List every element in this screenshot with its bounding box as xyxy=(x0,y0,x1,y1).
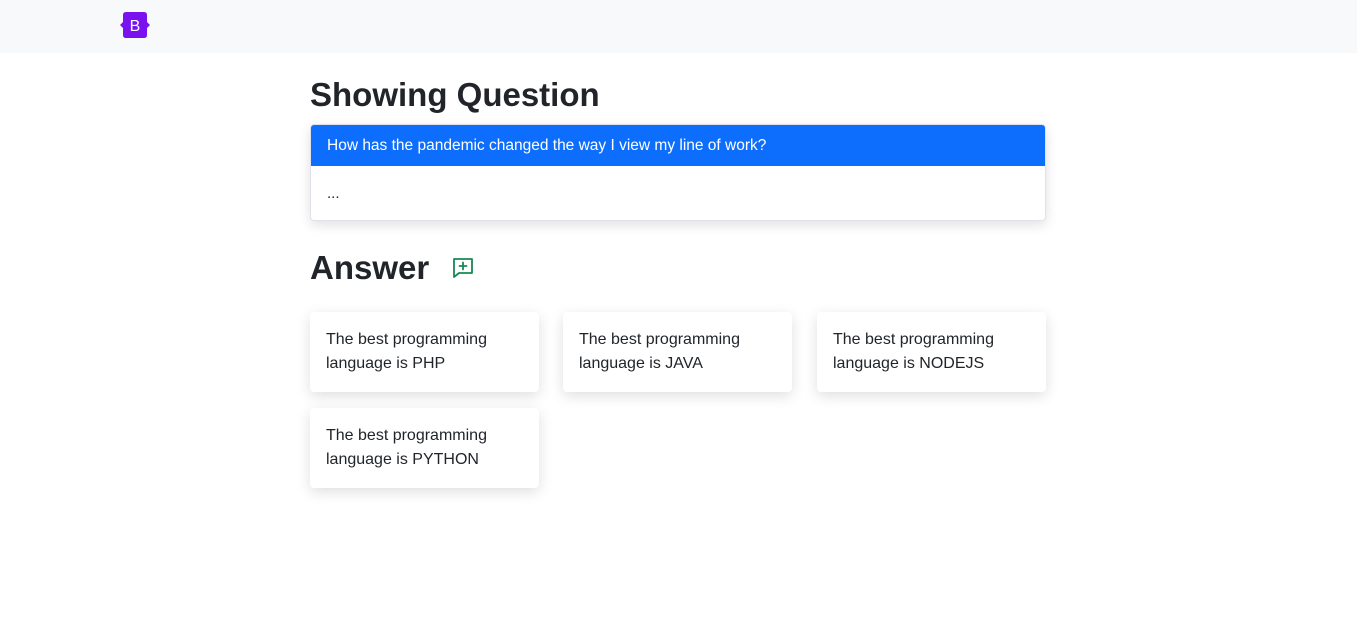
brand-logo-svg: B xyxy=(120,12,150,38)
answer-card[interactable]: The best programming language is JAVA xyxy=(563,312,792,392)
question-card: How has the pandemic changed the way I v… xyxy=(310,124,1046,221)
answer-text: The best programming language is NODEJS xyxy=(833,331,994,372)
answer-card[interactable]: The best programming language is NODEJS xyxy=(817,312,1046,392)
chat-plus-icon xyxy=(453,258,474,278)
brand-letter: B xyxy=(130,18,141,35)
answer-text: The best programming language is PYTHON xyxy=(326,427,487,468)
answer-text: The best programming language is JAVA xyxy=(579,331,740,372)
navbar: B xyxy=(0,0,1357,53)
page-title: Showing Question xyxy=(310,76,600,113)
question-title: How has the pandemic changed the way I v… xyxy=(311,125,1045,166)
answer-card[interactable]: The best programming language is PHP xyxy=(310,312,539,392)
add-answer-button[interactable] xyxy=(451,256,475,280)
answer-heading: Answer xyxy=(310,246,475,290)
bootstrap-logo-icon[interactable]: B xyxy=(120,12,150,38)
answer-card[interactable]: The best programming language is PYTHON xyxy=(310,408,539,488)
answer-title: Answer xyxy=(310,249,430,286)
question-body: ... xyxy=(327,185,340,202)
answer-text: The best programming language is PHP xyxy=(326,331,487,372)
